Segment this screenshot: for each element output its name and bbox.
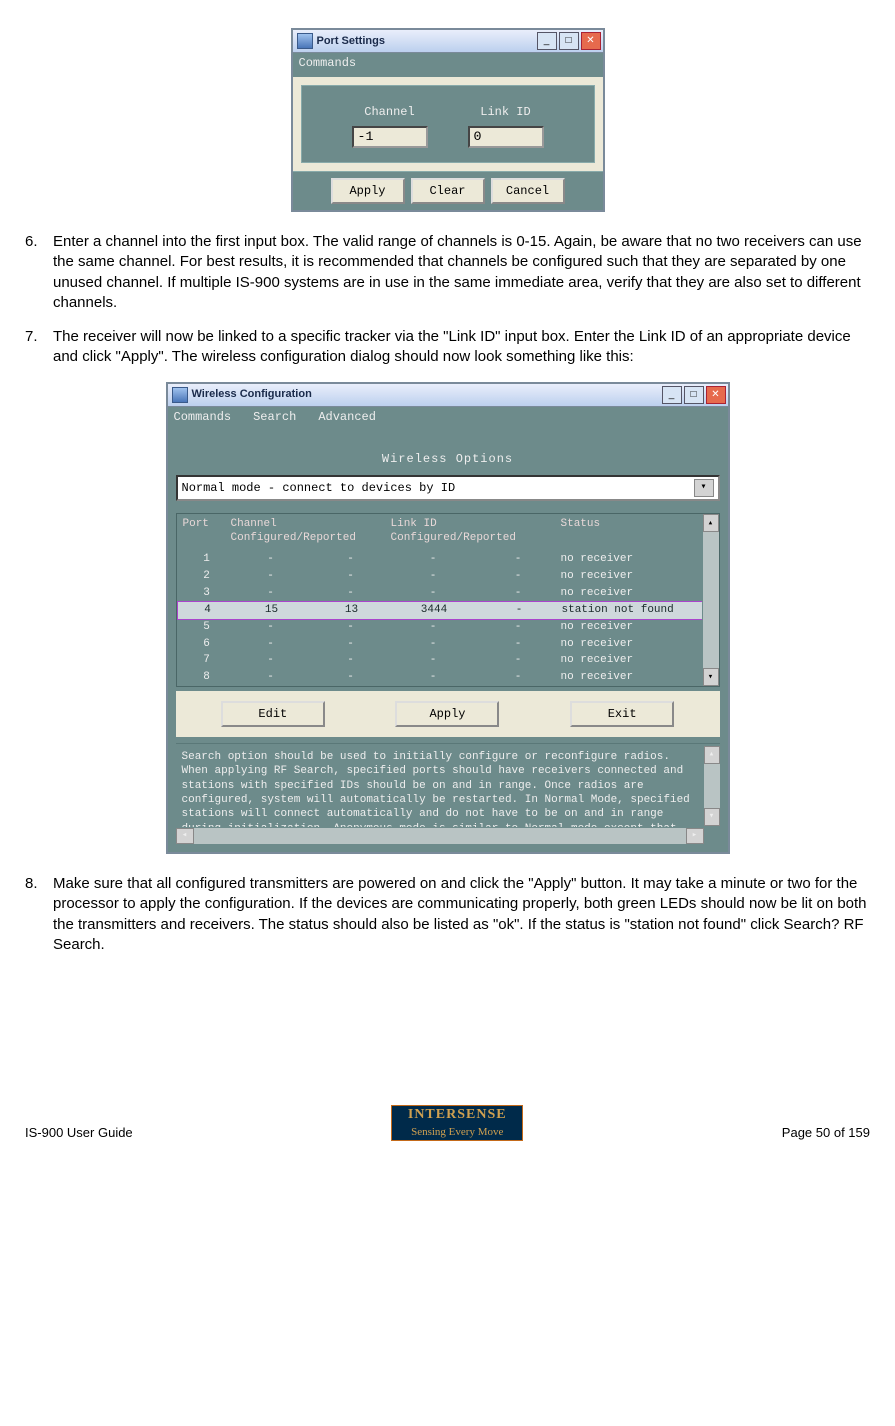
dropdown-icon[interactable]: ▾ (694, 479, 714, 497)
port-title: Port Settings (317, 34, 537, 49)
logo-text-2: Sensing Every Move (411, 1125, 503, 1140)
step-7-number: 7. (25, 327, 53, 368)
port-menubar: Commands (293, 53, 603, 77)
step-6-text: Enter a channel into the first input box… (53, 232, 870, 313)
port-table: Port Channel Configured/Reported Link ID… (176, 513, 720, 687)
scroll-right-icon[interactable]: ▸ (686, 828, 704, 844)
wl-section-title: Wireless Options (176, 451, 720, 467)
step-7-text: The receiver will now be linked to a spe… (53, 327, 870, 368)
head-channel-sub: Configured/Reported (231, 532, 356, 544)
head-port: Port (183, 518, 209, 530)
table-row[interactable]: 8----no receiver (177, 669, 719, 686)
head-channel: Channel (231, 518, 277, 530)
step-8: 8. Make sure that all configured transmi… (25, 874, 870, 955)
apply-button[interactable]: Apply (331, 178, 405, 204)
cancel-button[interactable]: Cancel (491, 178, 565, 204)
head-linkid-sub: Configured/Reported (391, 532, 516, 544)
step-6-number: 6. (25, 232, 53, 313)
scroll-up-icon[interactable]: ▴ (704, 746, 720, 764)
mode-value: Normal mode - connect to devices by ID (182, 480, 694, 496)
head-linkid: Link ID (391, 518, 437, 530)
menu-commands[interactable]: Commands (174, 409, 232, 429)
channel-input[interactable] (352, 126, 428, 148)
menu-advanced[interactable]: Advanced (318, 409, 376, 429)
table-row[interactable]: 6----no receiver (177, 636, 719, 653)
scroll-up-icon[interactable]: ▴ (703, 514, 719, 532)
close-button[interactable]: ✕ (581, 32, 601, 50)
wl-titlebar[interactable]: Wireless Configuration _ □ ✕ (168, 384, 728, 407)
head-status: Status (561, 518, 601, 530)
app-icon (172, 387, 188, 403)
exit-button[interactable]: Exit (570, 701, 674, 727)
port-settings-window: Port Settings _ □ ✕ Commands Channel Lin… (291, 28, 605, 212)
maximize-button[interactable]: □ (559, 32, 579, 50)
scroll-left-icon[interactable]: ◂ (176, 828, 194, 844)
apply-button[interactable]: Apply (395, 701, 499, 727)
maximize-button[interactable]: □ (684, 386, 704, 404)
linkid-label: Link ID (480, 104, 530, 120)
menu-search[interactable]: Search (253, 409, 296, 429)
minimize-button[interactable]: _ (537, 32, 557, 50)
step-8-number: 8. (25, 874, 53, 955)
step-8-text: Make sure that all configured transmitte… (53, 874, 870, 955)
port-titlebar[interactable]: Port Settings _ □ ✕ (293, 30, 603, 53)
close-button[interactable]: ✕ (706, 386, 726, 404)
info-panel: Search option should be used to initiall… (176, 743, 720, 844)
table-row[interactable]: 3----no receiver (177, 585, 719, 602)
page-footer: IS-900 User Guide INTERSENSE Sensing Eve… (25, 1105, 870, 1141)
table-row[interactable]: 7----no receiver (177, 652, 719, 669)
clear-button[interactable]: Clear (411, 178, 485, 204)
footer-right: Page 50 of 159 (782, 1124, 870, 1142)
app-icon (297, 33, 313, 49)
footer-left: IS-900 User Guide (25, 1124, 133, 1142)
minimize-button[interactable]: _ (662, 386, 682, 404)
scroll-down-icon[interactable]: ▾ (704, 808, 720, 826)
wl-menubar: Commands Search Advanced (168, 407, 728, 431)
wl-title: Wireless Configuration (192, 387, 662, 402)
scroll-down-icon[interactable]: ▾ (703, 668, 719, 686)
wireless-config-window: Wireless Configuration _ □ ✕ Commands Se… (166, 382, 730, 854)
intersense-logo: INTERSENSE Sensing Every Move (391, 1105, 523, 1141)
info-scrollbar[interactable]: ▴ ▾ (703, 746, 720, 826)
table-row[interactable]: 5----no receiver (177, 619, 719, 636)
logo-text-1: INTERSENSE (408, 1106, 507, 1125)
channel-label: Channel (364, 104, 414, 120)
mode-select[interactable]: Normal mode - connect to devices by ID ▾ (176, 475, 720, 501)
table-scrollbar[interactable]: ▴ ▾ (702, 514, 719, 686)
info-h-scrollbar[interactable]: ◂ ▸ (176, 827, 704, 844)
table-row[interactable]: 1----no receiver (177, 551, 719, 568)
table-row[interactable]: 415133444-station not found (177, 601, 719, 620)
linkid-input[interactable] (468, 126, 544, 148)
menu-commands[interactable]: Commands (299, 55, 357, 75)
step-7: 7. The receiver will now be linked to a … (25, 327, 870, 368)
edit-button[interactable]: Edit (221, 701, 325, 727)
table-row[interactable]: 2----no receiver (177, 568, 719, 585)
step-6: 6. Enter a channel into the first input … (25, 232, 870, 313)
